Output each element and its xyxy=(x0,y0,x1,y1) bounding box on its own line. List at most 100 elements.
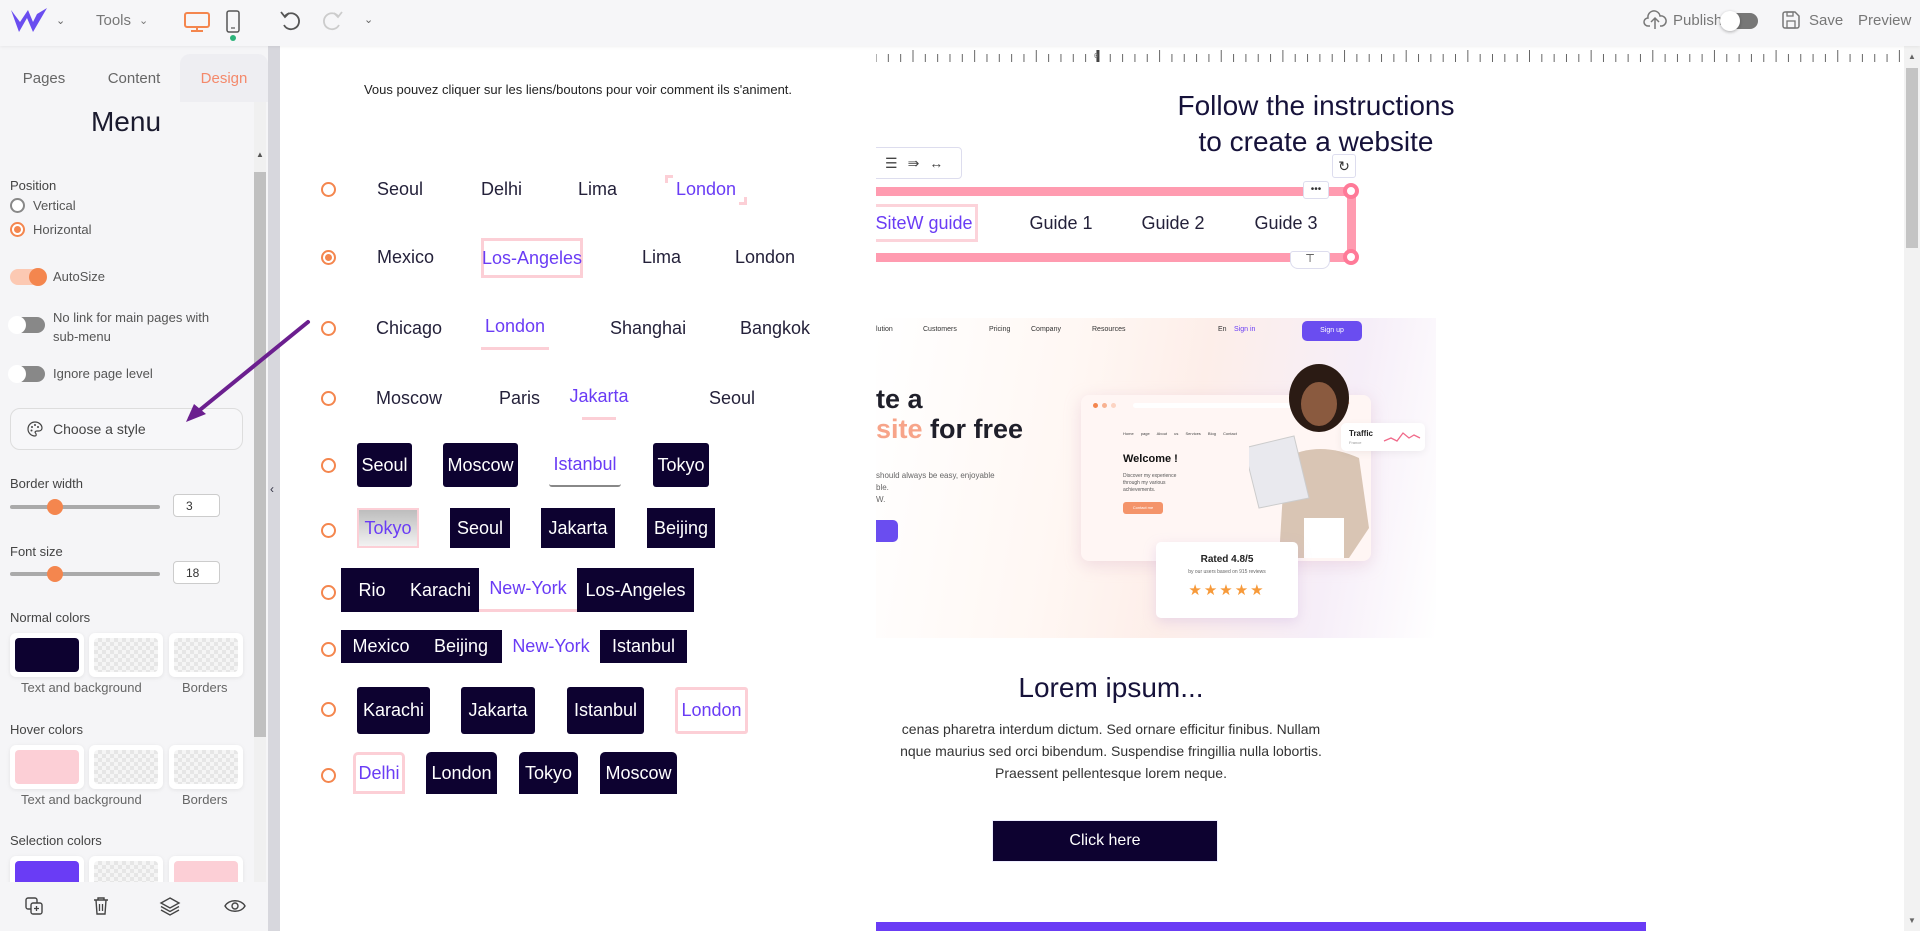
menu-item[interactable]: London xyxy=(735,235,795,279)
normal-text-bg-swatch[interactable] xyxy=(10,633,84,677)
scrollbar-thumb[interactable] xyxy=(1906,68,1918,248)
hover-border-swatch[interactable] xyxy=(169,745,243,789)
panel-scrollbar[interactable]: ▲ ▼ xyxy=(254,102,266,927)
font-size-input[interactable]: 18 xyxy=(173,561,220,584)
style-radio[interactable] xyxy=(321,182,336,197)
save-button[interactable]: Save xyxy=(1781,10,1843,30)
menu-item[interactable]: Moscow xyxy=(600,752,677,794)
choose-style-button[interactable]: Choose a style xyxy=(10,408,243,450)
more-options-button[interactable]: ••• xyxy=(1303,181,1329,199)
desktop-view-icon[interactable] xyxy=(183,11,211,33)
menu-item[interactable]: Lima xyxy=(642,235,681,279)
radio-horizontal[interactable]: Horizontal xyxy=(10,222,92,237)
style-option-row[interactable]: Tokyo Seoul Jakarta Beijing xyxy=(280,464,876,548)
align-center-icon[interactable]: ☰ xyxy=(885,155,898,172)
slider-thumb[interactable] xyxy=(47,499,63,515)
click-here-button[interactable]: Click here xyxy=(993,821,1217,861)
hero-sub-line: W. xyxy=(876,495,886,504)
traffic-title: Traffic xyxy=(1349,429,1374,438)
selection-secondary-swatch[interactable] xyxy=(89,856,163,882)
site-menu-item-active[interactable]: SiteW guide xyxy=(876,204,978,242)
normal-border-swatch[interactable] xyxy=(169,633,243,677)
tab-pages[interactable]: Pages xyxy=(0,54,88,102)
headline-text[interactable]: Follow the instructions to create a webs… xyxy=(1096,88,1536,160)
style-radio-checked[interactable] xyxy=(321,250,336,265)
scrollbar-thumb[interactable] xyxy=(254,172,266,737)
menu-item[interactable]: Mexico xyxy=(377,235,434,279)
undo-icon[interactable] xyxy=(279,10,303,32)
canvas-scrollbar[interactable]: ▲ ▼ xyxy=(1904,46,1920,931)
align-right-arrow-icon[interactable]: ⇛ xyxy=(908,155,920,172)
no-link-toggle[interactable] xyxy=(8,316,45,334)
menu-item-selected[interactable]: London xyxy=(665,167,747,211)
style-option-row[interactable]: Rio Karachi New-York Los-Angeles xyxy=(280,524,876,612)
selection-border-swatch[interactable] xyxy=(169,856,243,882)
slider-thumb[interactable] xyxy=(47,566,63,582)
menu-item[interactable]: Lima xyxy=(578,167,617,211)
lorem-heading[interactable]: Lorem ipsum... xyxy=(966,672,1256,704)
mobile-view-icon[interactable] xyxy=(226,10,240,34)
menu-item[interactable]: Delhi xyxy=(481,167,522,211)
history-chevron-down-icon[interactable]: ⌄ xyxy=(364,13,373,26)
menu-item-selected[interactable]: Delhi xyxy=(353,752,405,794)
style-option-row[interactable]: Seoul Delhi Lima London xyxy=(280,167,876,211)
scroll-up-arrow-icon[interactable]: ▲ xyxy=(1908,52,1916,61)
border-width-slider[interactable] xyxy=(10,499,160,515)
reset-icon[interactable]: ↻ xyxy=(1332,154,1356,178)
menu-item-selected[interactable]: London xyxy=(481,306,549,350)
style-option-row[interactable]: Mexico Beijing New-York Istanbul xyxy=(280,588,876,663)
menu-item[interactable]: Chicago xyxy=(376,306,442,350)
site-menu-item[interactable]: Guide 1 xyxy=(1021,204,1101,242)
sidebar-collapse-gutter[interactable]: ‹ xyxy=(268,46,280,931)
style-option-row[interactable]: Seoul Moscow Istanbul Tokyo xyxy=(280,399,876,487)
logo-chevron-down-icon[interactable]: ⌄ xyxy=(56,14,65,27)
resize-handle-bottom-right[interactable] xyxy=(1343,249,1359,265)
ignore-level-toggle[interactable] xyxy=(8,365,45,383)
menu-item[interactable]: London xyxy=(426,752,497,794)
eye-icon[interactable] xyxy=(224,898,246,914)
redo-icon[interactable] xyxy=(320,10,344,32)
stretch-width-icon[interactable]: ↔ xyxy=(929,155,943,171)
border-width-input[interactable]: 3 xyxy=(173,494,220,517)
style-option-row[interactable]: Karachi Jakarta Istanbul London xyxy=(280,641,876,734)
corner-bracket xyxy=(739,197,747,205)
style-radio[interactable] xyxy=(321,321,336,336)
design-panel: Menu Position Vertical Horizontal AutoSi… xyxy=(0,102,252,882)
menu-item[interactable]: Bangkok xyxy=(740,306,810,350)
publish-toggle[interactable] xyxy=(1720,11,1758,31)
vertical-align-icon[interactable]: ⊤ xyxy=(1290,251,1330,269)
tab-design[interactable]: Design xyxy=(180,54,268,102)
style-radio[interactable] xyxy=(321,768,336,783)
style-option-row[interactable]: Delhi London Tokyo Moscow xyxy=(280,706,876,794)
chevron-left-icon[interactable]: ‹ xyxy=(270,482,274,496)
publish-button[interactable]: Publish xyxy=(1643,10,1722,30)
font-size-slider[interactable] xyxy=(10,566,160,582)
tools-menu[interactable]: Tools ⌄ xyxy=(96,12,148,29)
hover-text-bg-swatch[interactable] xyxy=(10,745,84,789)
site-menu-item[interactable]: Guide 3 xyxy=(1251,204,1321,242)
page-canvas[interactable]: 0 Follow the instructions to create a we… xyxy=(876,46,1904,931)
preview-button[interactable]: Preview xyxy=(1858,12,1911,29)
menu-item-selected[interactable]: Los-Angeles xyxy=(481,238,583,278)
scroll-up-arrow-icon[interactable]: ▲ xyxy=(256,150,264,159)
menu-item[interactable]: Shanghai xyxy=(610,306,686,350)
lorem-paragraph[interactable]: cenas pharetra interdum dictum. Sed orna… xyxy=(876,718,1366,784)
hover-secondary-swatch[interactable] xyxy=(89,745,163,789)
autosize-toggle[interactable] xyxy=(10,268,47,286)
sitew-logo-icon[interactable] xyxy=(9,6,49,36)
radio-vertical[interactable]: Vertical xyxy=(10,198,76,213)
menu-item[interactable]: Seoul xyxy=(377,167,423,211)
hero-nav-item: lution xyxy=(876,326,893,333)
normal-secondary-swatch[interactable] xyxy=(89,633,163,677)
duplicate-icon[interactable] xyxy=(24,896,44,916)
layers-icon[interactable] xyxy=(159,896,181,916)
site-menu-item[interactable]: Guide 2 xyxy=(1138,204,1208,242)
scroll-down-arrow-icon[interactable]: ▼ xyxy=(1908,916,1916,925)
style-option-row[interactable]: Chicago London Shanghai Bangkok xyxy=(280,306,876,350)
trash-icon[interactable] xyxy=(92,896,110,916)
style-option-row[interactable]: Mexico Los-Angeles Lima London xyxy=(280,235,876,279)
selection-text-bg-swatch[interactable] xyxy=(10,856,84,882)
tab-content[interactable]: Content xyxy=(88,54,180,102)
resize-handle-top-right[interactable] xyxy=(1343,183,1359,199)
menu-item[interactable]: Tokyo xyxy=(519,752,578,794)
